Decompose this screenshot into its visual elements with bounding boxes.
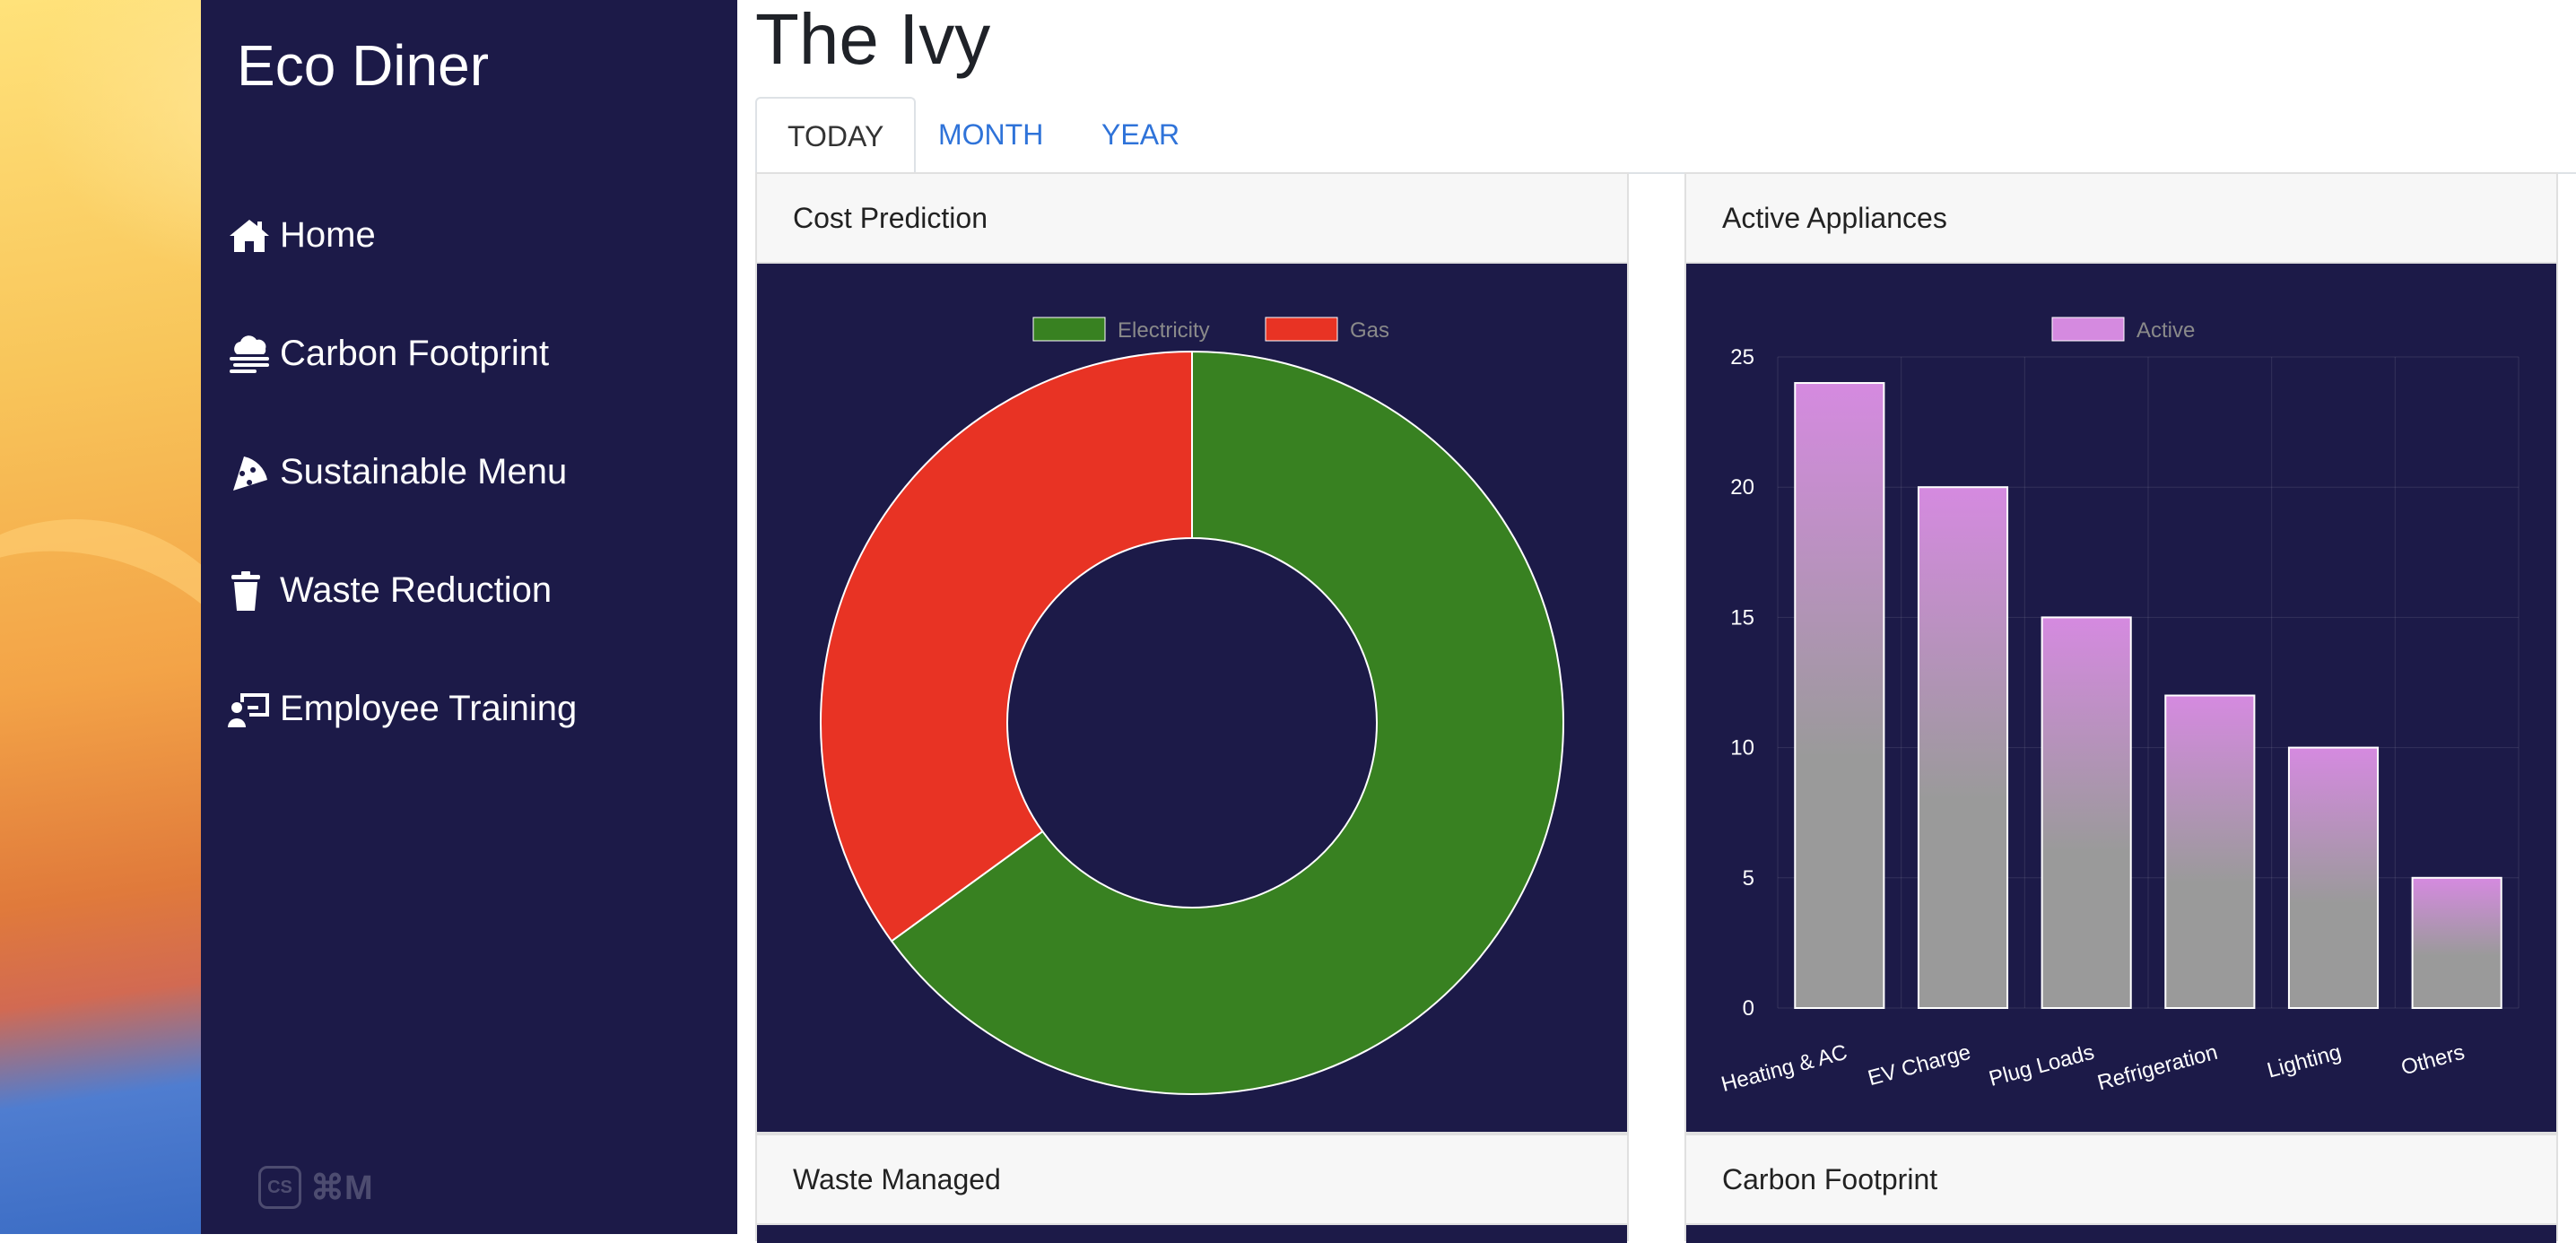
bar-plug-loads bbox=[2041, 616, 2132, 1009]
sidebar-item-label: Waste Reduction bbox=[280, 570, 553, 610]
carbon-chart-area bbox=[1686, 1225, 2556, 1243]
pizza-icon bbox=[233, 456, 267, 491]
cost-prediction-card: Cost Prediction Electricity Gas bbox=[755, 172, 1629, 1134]
legend-label: Gas bbox=[1350, 318, 1389, 343]
doughnut-slice-gas bbox=[820, 350, 1193, 943]
y-tick-label: 5 bbox=[1743, 866, 1754, 891]
cloud-icon bbox=[230, 335, 269, 373]
desktop-wallpaper bbox=[0, 0, 316, 1234]
trash-icon bbox=[231, 570, 260, 611]
sidebar-item-label: Carbon Footprint bbox=[280, 334, 550, 373]
shortcut-text: ⌘M bbox=[310, 1169, 373, 1207]
legend-item-gas: Gas bbox=[1265, 317, 1389, 343]
legend-swatch bbox=[2051, 317, 2125, 342]
y-tick-label: 25 bbox=[1730, 345, 1754, 369]
legend-item-active: Active bbox=[2051, 317, 2195, 343]
brand-title: Eco Diner bbox=[237, 33, 489, 98]
sidebar-item-label: Employee Training bbox=[280, 689, 578, 728]
active-appliances-card: Active Appliances Active 0 5 10 15 20 25 Heatin… bbox=[1684, 172, 2558, 1134]
bar-ev-charge bbox=[1917, 486, 2009, 1009]
sidebar-item-label: Sustainable Menu bbox=[280, 452, 568, 491]
sidebar-item-sustainable-menu[interactable]: Sustainable Menu bbox=[228, 452, 567, 492]
x-tick-label: Plug Loads bbox=[1987, 1040, 2097, 1091]
x-tick-label: Lighting bbox=[2265, 1040, 2344, 1083]
x-tick-label: Refrigeration bbox=[2095, 1040, 2221, 1096]
legend-label: Electricity bbox=[1118, 318, 1210, 343]
y-tick-label: 15 bbox=[1730, 605, 1754, 630]
sidebar-item-home[interactable]: Home bbox=[228, 215, 376, 256]
sidebar-item-employee-training[interactable]: Employee Training bbox=[228, 689, 577, 729]
tab-month[interactable]: MONTH bbox=[908, 97, 1074, 170]
sidebar-item-carbon-footprint[interactable]: Carbon Footprint bbox=[228, 334, 549, 374]
legend-item-electricity: Electricity bbox=[1032, 317, 1210, 343]
card-title: Carbon Footprint bbox=[1686, 1135, 2556, 1225]
tab-year[interactable]: YEAR bbox=[1071, 97, 1210, 170]
bar-lighting bbox=[2287, 746, 2380, 1009]
waste-chart-area bbox=[757, 1225, 1627, 1243]
cost-doughnut-chart: Electricity Gas bbox=[820, 317, 1564, 1095]
shortcut-badge: CS bbox=[258, 1166, 301, 1209]
x-tick-label: Heating & AC bbox=[1719, 1040, 1849, 1097]
shortcut-hint: CS ⌘M bbox=[258, 1166, 373, 1209]
legend-label: Active bbox=[2137, 318, 2195, 343]
sidebar-item-label: Home bbox=[280, 215, 376, 255]
waste-managed-card: Waste Managed bbox=[755, 1134, 1629, 1243]
main-content: The Ivy TODAY MONTH YEAR Cost Prediction… bbox=[737, 0, 2576, 1243]
presentation-icon bbox=[228, 692, 269, 727]
card-title: Active Appliances bbox=[1686, 174, 2556, 264]
appliances-chart-area: Active 0 5 10 15 20 25 Heating & AC EV Charge Plu… bbox=[1686, 264, 2556, 1132]
bar-heating-ac bbox=[1794, 382, 1885, 1010]
legend-swatch bbox=[1032, 317, 1106, 342]
x-tick-label: EV Charge bbox=[1866, 1040, 1973, 1091]
x-tick-label: Others bbox=[2398, 1040, 2467, 1081]
sidebar: Eco Diner Home Carbon Footprint Sustaina… bbox=[201, 0, 737, 1234]
card-title: Waste Managed bbox=[757, 1135, 1627, 1225]
page-title: The Ivy bbox=[755, 0, 991, 79]
period-tabs: TODAY MONTH YEAR bbox=[755, 97, 2576, 174]
legend-swatch bbox=[1265, 317, 1338, 342]
sidebar-item-waste-reduction[interactable]: Waste Reduction bbox=[228, 570, 552, 611]
tab-today[interactable]: TODAY bbox=[755, 97, 917, 174]
home-icon bbox=[230, 219, 269, 252]
y-tick-label: 20 bbox=[1730, 475, 1754, 500]
cost-chart-area: Electricity Gas bbox=[757, 264, 1627, 1132]
y-tick-label: 10 bbox=[1730, 736, 1754, 761]
y-tick-label: 0 bbox=[1743, 996, 1754, 1021]
carbon-footprint-card: Carbon Footprint bbox=[1684, 1134, 2558, 1243]
bar-refrigeration bbox=[2164, 694, 2256, 1009]
bar-others bbox=[2411, 876, 2502, 1009]
card-title: Cost Prediction bbox=[757, 174, 1627, 264]
appliances-bar-chart: Active 0 5 10 15 20 25 Heating & AC EV Charge Plu… bbox=[1719, 317, 2519, 1097]
